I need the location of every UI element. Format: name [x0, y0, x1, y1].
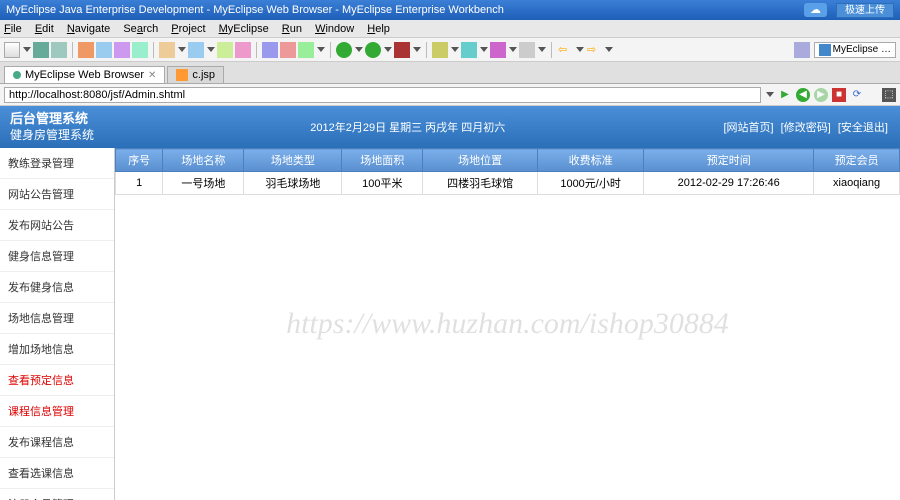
table-cell: 一号场地: [163, 172, 244, 195]
sidebar-item-10[interactable]: 查看选课信息: [0, 458, 114, 489]
table-header: 场地位置: [423, 149, 538, 172]
jsp-icon: [176, 69, 188, 81]
page-banner: 后台管理系统 健身房管理系统 2012年2月29日 星期三 丙戌年 四月初六 […: [0, 106, 900, 148]
system-title-1: 后台管理系统: [10, 111, 94, 128]
nav-forward-icon[interactable]: ▶: [814, 88, 828, 102]
menu-edit[interactable]: Edit: [35, 23, 54, 35]
close-icon[interactable]: ✕: [148, 70, 156, 81]
menu-run[interactable]: Run: [282, 23, 302, 35]
window-titlebar: MyEclipse Java Enterprise Development - …: [0, 0, 900, 20]
tool-icon-14[interactable]: [490, 42, 506, 58]
tab-web-browser[interactable]: MyEclipse Web Browser ✕: [4, 66, 165, 83]
table-cell: xiaoqiang: [814, 172, 900, 195]
tool-icon-15[interactable]: [519, 42, 535, 58]
link-home[interactable]: [网站首页]: [723, 122, 773, 134]
tool-icon-9[interactable]: [262, 42, 278, 58]
stop-icon[interactable]: ■: [832, 88, 846, 102]
banner-date: 2012年2月29日 星期三 丙戌年 四月初六: [310, 119, 505, 135]
myeclipse-perspective-button[interactable]: MyEclipse …: [814, 42, 896, 58]
tool-icon-6[interactable]: [188, 42, 204, 58]
tool-icon-3[interactable]: [114, 42, 130, 58]
perspective-icon[interactable]: [794, 42, 810, 58]
tool-icon-13[interactable]: [461, 42, 477, 58]
tool-icon[interactable]: ⬚: [882, 88, 896, 102]
tool-icon-12[interactable]: [432, 42, 448, 58]
table-cell: 100平米: [342, 172, 423, 195]
table-header: 场地名称: [163, 149, 244, 172]
menu-file[interactable]: FFileile: [4, 23, 22, 35]
editor-tabs: MyEclipse Web Browser ✕ c.jsp: [0, 62, 900, 84]
sidebar-item-0[interactable]: 教练登录管理: [0, 148, 114, 179]
table-header: 预定时间: [644, 149, 814, 172]
system-title-2: 健身房管理系统: [10, 128, 94, 144]
tool-icon-4[interactable]: [132, 42, 148, 58]
table-header: 收费标准: [537, 149, 643, 172]
save-all-icon[interactable]: [51, 42, 67, 58]
sidebar-item-3[interactable]: 健身信息管理: [0, 241, 114, 272]
sidebar-item-8[interactable]: 课程信息管理: [0, 396, 114, 427]
data-table: 序号场地名称场地类型场地面积场地位置收费标准预定时间预定会员 1一号场地羽毛球场…: [115, 148, 900, 195]
sidebar-item-1[interactable]: 网站公告管理: [0, 179, 114, 210]
refresh-icon[interactable]: ⟳: [850, 88, 864, 102]
table-header: 场地面积: [342, 149, 423, 172]
tool-icon-2[interactable]: [96, 42, 112, 58]
run-icon[interactable]: [365, 42, 381, 58]
link-logout[interactable]: [安全退出]: [838, 122, 888, 134]
sidebar-item-2[interactable]: 发布网站公告: [0, 210, 114, 241]
tool-icon-1[interactable]: [78, 42, 94, 58]
url-input[interactable]: [4, 87, 761, 103]
table-row[interactable]: 1一号场地羽毛球场地100平米四楼羽毛球馆1000元/小时2012-02-29 …: [116, 172, 900, 195]
watermark: https://www.huzhan.com/ishop30884: [286, 307, 729, 341]
table-cell: 1000元/小时: [537, 172, 643, 195]
menu-help[interactable]: Help: [367, 23, 390, 35]
main-toolbar: ⇦ ⇨ MyEclipse …: [0, 38, 900, 62]
table-cell: 2012-02-29 17:26:46: [644, 172, 814, 195]
tab-label: c.jsp: [192, 69, 215, 81]
menubar: FFileile Edit Navigate Search Project My…: [0, 20, 900, 38]
back-icon[interactable]: ⇦: [557, 42, 573, 58]
globe-icon: [13, 71, 21, 79]
sidebar: 教练登录管理网站公告管理发布网站公告健身信息管理发布健身信息场地信息管理增加场地…: [0, 148, 115, 500]
tool-icon-8[interactable]: [235, 42, 251, 58]
table-cell: 1: [116, 172, 163, 195]
external-icon[interactable]: [394, 42, 410, 58]
save-icon[interactable]: [33, 42, 49, 58]
tab-label: MyEclipse Web Browser: [25, 69, 144, 81]
window-title: MyEclipse Java Enterprise Development - …: [6, 0, 504, 20]
tool-icon-5[interactable]: [159, 42, 175, 58]
sidebar-item-5[interactable]: 场地信息管理: [0, 303, 114, 334]
menu-search[interactable]: Search: [123, 23, 158, 35]
tool-icon-10[interactable]: [280, 42, 296, 58]
upload-button[interactable]: 极速上传: [836, 3, 894, 18]
forward-icon[interactable]: ⇨: [586, 42, 602, 58]
tool-icon-11[interactable]: [298, 42, 314, 58]
cloud-icon[interactable]: ☁: [804, 3, 827, 17]
nav-back-icon[interactable]: ◀: [796, 88, 810, 102]
menu-myeclipse[interactable]: MyEclipse: [219, 23, 269, 35]
table-header: 序号: [116, 149, 163, 172]
banner-links: [网站首页] [修改密码] [安全退出]: [721, 119, 890, 135]
menu-project[interactable]: Project: [171, 23, 205, 35]
table-header: 预定会员: [814, 149, 900, 172]
debug-icon[interactable]: [336, 42, 352, 58]
go-icon[interactable]: ▶: [778, 88, 792, 102]
sidebar-item-6[interactable]: 增加场地信息: [0, 334, 114, 365]
link-changepw[interactable]: [修改密码]: [781, 122, 831, 134]
table-cell: 羽毛球场地: [244, 172, 342, 195]
browser-urlbar: ▶ ◀ ▶ ■ ⟳ ⬚: [0, 84, 900, 106]
sidebar-item-7[interactable]: 查看预定信息: [0, 365, 114, 396]
sidebar-item-4[interactable]: 发布健身信息: [0, 272, 114, 303]
tab-jsp[interactable]: c.jsp: [167, 66, 224, 83]
sidebar-item-9[interactable]: 发布课程信息: [0, 427, 114, 458]
main-content: 序号场地名称场地类型场地面积场地位置收费标准预定时间预定会员 1一号场地羽毛球场…: [115, 148, 900, 500]
table-cell: 四楼羽毛球馆: [423, 172, 538, 195]
new-icon[interactable]: [4, 42, 20, 58]
tool-icon-7[interactable]: [217, 42, 233, 58]
menu-window[interactable]: Window: [315, 23, 354, 35]
url-dropdown-icon[interactable]: [766, 92, 774, 97]
table-header: 场地类型: [244, 149, 342, 172]
menu-navigate[interactable]: Navigate: [67, 23, 110, 35]
sidebar-item-11[interactable]: 注册会员管理: [0, 489, 114, 500]
